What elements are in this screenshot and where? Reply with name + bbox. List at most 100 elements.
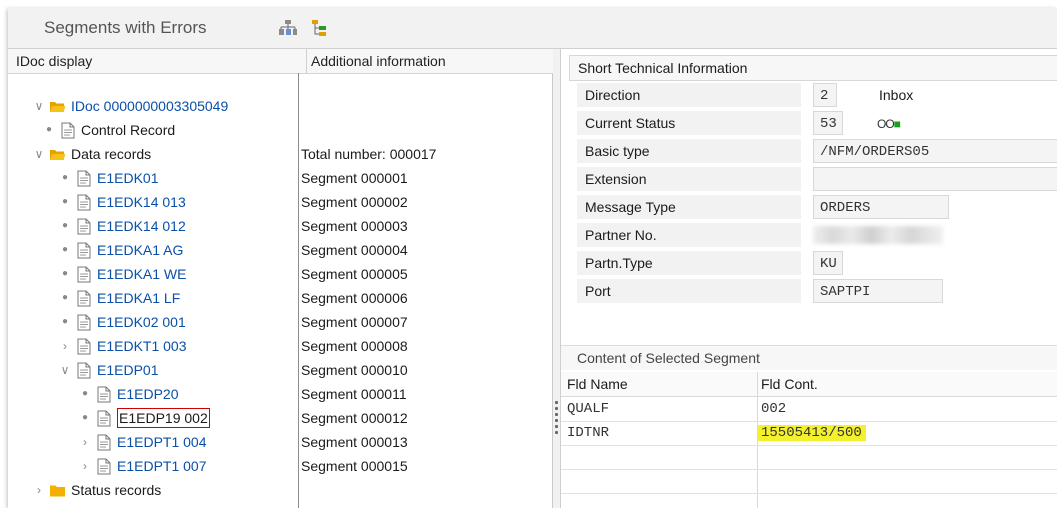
window-title: Segments with Errors	[44, 18, 207, 37]
pane-splitter[interactable]	[553, 49, 561, 508]
tree-row[interactable]: ∨ Data records Total number: 000017	[8, 142, 552, 166]
tree-node-label[interactable]: E1EDK02 001	[97, 310, 186, 334]
tree-node-label[interactable]: Data records	[71, 142, 151, 166]
segment-row[interactable]: IDTNR 15505413/500	[561, 421, 1057, 446]
redacted-value	[813, 226, 943, 244]
bullet-icon: ●	[61, 220, 69, 231]
short-info-label: Partner No.	[577, 223, 801, 248]
tree-node-label[interactable]: E1EDKA1 AG	[97, 238, 183, 262]
structure-icon[interactable]	[278, 19, 298, 37]
tree-node-label[interactable]: Status records	[71, 478, 161, 502]
splitter-grip	[555, 431, 558, 434]
tree-node-label[interactable]: E1EDPT1 007	[117, 454, 207, 478]
tree-node-label[interactable]: E1EDKA1 LF	[97, 286, 180, 310]
expand-chevron-icon[interactable]: ›	[58, 334, 72, 358]
tree-node[interactable]: ● E1EDK02 001	[58, 310, 186, 334]
short-info-row: Current Status 53 OO■	[569, 110, 1057, 137]
bullet-icon: ●	[61, 292, 69, 303]
additional-info-header[interactable]: Additional information	[307, 49, 556, 74]
short-info-value: 2	[813, 83, 837, 107]
tree-row[interactable]: ● E1EDKA1 LF Segment 000006	[8, 286, 552, 310]
tree-node[interactable]: ● E1EDKA1 LF	[58, 286, 180, 310]
tree-row[interactable]: ● E1EDP20 Segment 000011	[8, 382, 552, 406]
tree-node-label[interactable]: IDoc 0000000003305049	[71, 94, 228, 118]
field-name-cell: QUALF	[567, 401, 610, 417]
tree-node[interactable]: ● E1EDK14 013	[58, 190, 186, 214]
tree-node[interactable]: › E1EDPT1 004	[78, 430, 207, 454]
short-info-label: Direction	[577, 83, 801, 108]
segment-empty-row[interactable]	[561, 445, 1057, 470]
document-icon	[75, 194, 92, 211]
tree-row[interactable]: ● E1EDK02 001 Segment 000007	[8, 310, 552, 334]
tree-row[interactable]: ● Control Record	[8, 118, 552, 142]
tree-row[interactable]: ● E1EDK14 013 Segment 000002	[8, 190, 552, 214]
tree-row[interactable]: ● E1EDKA1 WE Segment 000005	[8, 262, 552, 286]
additional-info-cell: Segment 000012	[301, 410, 408, 426]
tree-node-label[interactable]: E1EDK14 013	[97, 190, 186, 214]
tree-node-label[interactable]: E1EDKT1 003	[97, 334, 187, 358]
tree-node[interactable]: ● E1EDK14 012	[58, 214, 186, 238]
tree-node[interactable]: ∨ E1EDP01	[58, 358, 158, 382]
tree-row[interactable]: › E1EDKT1 003 Segment 000008	[8, 334, 552, 358]
segment-empty-row[interactable]	[561, 493, 1057, 508]
tree-node[interactable]: › E1EDPT1 007	[78, 454, 207, 478]
tree-node-label[interactable]: E1EDP20	[117, 382, 178, 406]
fld-name-header[interactable]: Fld Name	[567, 372, 628, 396]
bullet-icon: ●	[61, 244, 69, 255]
document-icon	[75, 218, 92, 235]
expand-chevron-icon[interactable]: ›	[78, 430, 92, 454]
expand-chevron-icon[interactable]: ›	[78, 454, 92, 478]
tree-node[interactable]: ● E1EDP20	[78, 382, 178, 406]
splitter-grip	[555, 413, 558, 416]
additional-info-cell: Segment 000003	[301, 218, 408, 234]
bullet-icon: ●	[61, 196, 69, 207]
tree-row[interactable]: ● E1EDK01 Segment 000001	[8, 166, 552, 190]
collapse-chevron-icon[interactable]: ∨	[32, 142, 46, 166]
tree-node-label[interactable]: E1EDP01	[97, 358, 158, 382]
bullet-icon: ●	[61, 316, 69, 327]
bullet-icon: ●	[61, 268, 69, 279]
short-info-value: /NFM/ORDERS05	[813, 139, 1057, 163]
short-info-row: Partn.Type KU	[569, 250, 1057, 277]
short-info-label: Message Type	[577, 195, 801, 220]
tree-node-label[interactable]: E1EDK14 012	[97, 214, 186, 238]
tree-node[interactable]: ● E1EDK01	[58, 166, 158, 190]
tree-row[interactable]: › E1EDPT1 004 Segment 000013	[8, 430, 552, 454]
tree-row[interactable]: ∨ IDoc 0000000003305049	[8, 94, 552, 118]
splitter-grip	[555, 407, 558, 410]
additional-info-cell: Segment 000013	[301, 434, 408, 450]
tree-node[interactable]: ∨ IDoc 0000000003305049	[32, 94, 229, 118]
tree-node[interactable]: ∨ Data records	[32, 142, 152, 166]
idoc-display-header[interactable]: IDoc display	[8, 49, 307, 74]
short-info-row: Basic type/NFM/ORDERS05	[569, 138, 1057, 165]
segment-row[interactable]: QUALF 002	[561, 397, 1057, 422]
tree-icon[interactable]	[310, 19, 330, 37]
tree-row[interactable]: ● E1EDK14 012 Segment 000003	[8, 214, 552, 238]
tree-row[interactable]: ● E1EDP19 002 Segment 000012	[8, 406, 552, 430]
tree-node[interactable]: ● Control Record	[42, 118, 175, 142]
field-content-cell[interactable]: 15505413/500	[757, 421, 866, 445]
tree-node[interactable]: ● E1EDKA1 AG	[58, 238, 183, 262]
tree-row[interactable]: › Status records	[8, 478, 552, 502]
tree-row[interactable]: ∨ E1EDP01 Segment 000010	[8, 358, 552, 382]
document-icon	[95, 386, 112, 403]
additional-info-cell: Segment 000006	[301, 290, 408, 306]
tree-node-label[interactable]: E1EDK01	[97, 166, 158, 190]
tree-node[interactable]: ● E1EDP19 002	[78, 406, 210, 430]
collapse-chevron-icon[interactable]: ∨	[58, 358, 72, 382]
tree-node[interactable]: › E1EDKT1 003	[58, 334, 187, 358]
tree-row[interactable]: › E1EDPT1 007 Segment 000015	[8, 454, 552, 478]
tree-node[interactable]: ● E1EDKA1 WE	[58, 262, 186, 286]
tree-node-label[interactable]: E1EDP19 002	[117, 408, 210, 428]
collapse-chevron-icon[interactable]: ∨	[32, 94, 46, 118]
fld-cont-header[interactable]: Fld Cont.	[761, 372, 818, 396]
expand-chevron-icon[interactable]: ›	[32, 478, 46, 502]
field-content-cell[interactable]: 002	[761, 397, 786, 421]
tree-row[interactable]: ● E1EDKA1 AG Segment 000004	[8, 238, 552, 262]
tree-node-label[interactable]: Control Record	[81, 118, 175, 142]
tree-node[interactable]: › Status records	[32, 478, 161, 502]
tree-node-label[interactable]: E1EDPT1 004	[117, 430, 207, 454]
segment-empty-row[interactable]	[561, 469, 1057, 494]
tree-node-label[interactable]: E1EDKA1 WE	[97, 262, 186, 286]
short-info-value: SAPTPI	[813, 279, 943, 303]
